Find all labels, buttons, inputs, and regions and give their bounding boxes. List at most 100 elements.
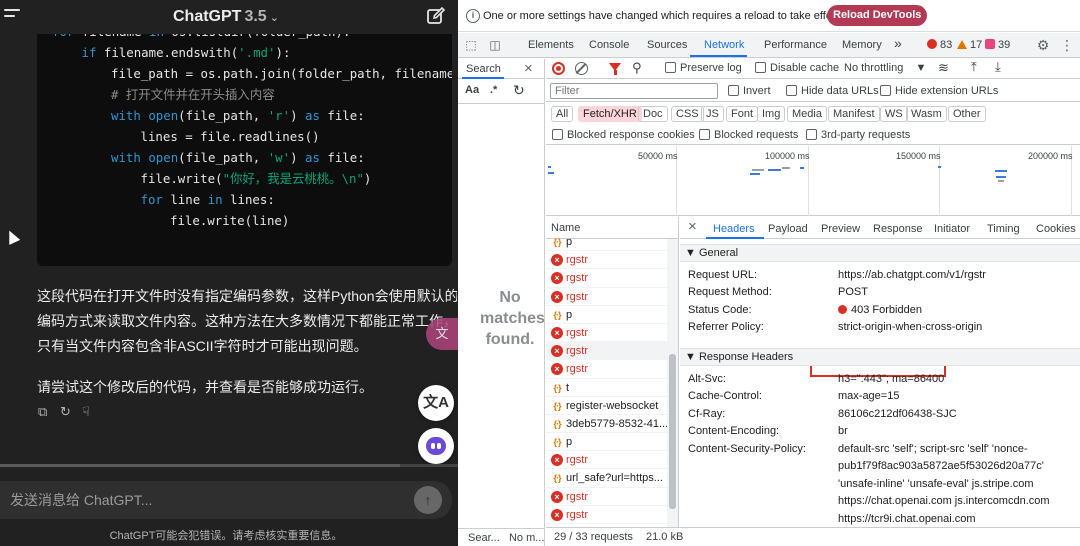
reload-devtools-button[interactable]: Reload DevTools (827, 5, 928, 26)
tab-initiator[interactable]: Initiator (934, 223, 970, 235)
filter-chip-ws[interactable]: WS (880, 106, 908, 122)
warnings-badge[interactable]: 17 (957, 39, 982, 51)
export-har-icon[interactable]: ⤓ (995, 59, 1001, 75)
tab-memory[interactable]: Memory (842, 39, 882, 51)
translate-side-icon[interactable]: 文 (426, 318, 458, 350)
request-row[interactable]: × rgstr (546, 342, 678, 361)
header-value: default-src 'self'; script-src 'self' 'n… (838, 443, 1028, 455)
clear-icon[interactable] (575, 62, 588, 75)
request-row[interactable]: {·} p (546, 306, 678, 324)
close-icon[interactable]: × (524, 60, 533, 77)
mouse-cursor-icon (3, 228, 21, 245)
xhr-icon: {·} (553, 382, 561, 393)
search-tab[interactable]: Search (466, 63, 501, 75)
tab-elements[interactable]: Elements (528, 39, 574, 51)
timeline-overview[interactable]: 50000 ms 100000 ms 150000 ms 200000 ms (546, 146, 1080, 216)
disable-cache-checkbox[interactable]: Disable cache (755, 62, 839, 74)
blocked-cookies-checkbox[interactable]: Blocked response cookies (552, 129, 695, 141)
filter-chip-css[interactable]: CSS (671, 106, 704, 122)
request-row[interactable]: {·} register-websocket (546, 397, 678, 415)
request-list-scrollbar[interactable] (667, 239, 678, 527)
filter-chip-manifest[interactable]: Manifest (828, 106, 880, 122)
filter-chip-js[interactable]: JS (701, 106, 724, 122)
throttling-select[interactable]: No throttling ▼ (844, 62, 926, 74)
message-actions: ⧉ ↻ ☟ (38, 405, 104, 421)
filter-chip-wasm[interactable]: Wasm (906, 106, 947, 122)
tab-headers[interactable]: Headers (713, 223, 755, 235)
answer-line-2: 编码方式来读取文件内容。这种方法在大多数情况下都能正常工作， (37, 313, 457, 329)
inspect-element-icon[interactable]: ⬚ (464, 38, 478, 52)
tab-sources[interactable]: Sources (647, 39, 687, 51)
preserve-log-checkbox[interactable]: Preserve log (665, 62, 742, 74)
thumbs-down-icon[interactable]: ☟ (82, 405, 95, 418)
device-toolbar-icon[interactable]: ◫ (488, 38, 502, 52)
request-row[interactable]: × rgstr (546, 251, 678, 270)
request-row[interactable]: × rgstr (546, 288, 678, 306)
invert-checkbox[interactable]: Invert (728, 85, 771, 97)
settings-gear-icon[interactable]: ⚙ (1036, 38, 1050, 52)
match-case-toggle[interactable]: Aa (465, 84, 479, 96)
model-selector[interactable]: ChatGPT 3.5 ⌄ (173, 8, 279, 26)
regex-toggle[interactable]: .* (490, 84, 497, 96)
network-conditions-icon[interactable]: ≋ (938, 60, 949, 76)
timeline-bar (768, 169, 781, 171)
filter-input[interactable] (550, 83, 718, 99)
timeline-tick: 200000 ms (1028, 151, 1073, 161)
record-icon[interactable] (552, 62, 565, 75)
close-detail-icon[interactable]: × (688, 218, 697, 235)
assistant-bot-icon[interactable] (418, 428, 454, 464)
third-party-checkbox[interactable]: 3rd-party requests (806, 129, 910, 141)
error-icon: × (551, 508, 563, 521)
request-row[interactable]: × rgstr (546, 451, 678, 470)
send-button[interactable]: ↑ (414, 486, 442, 514)
filter-chip-other[interactable]: Other (948, 106, 986, 122)
new-chat-icon[interactable] (426, 6, 446, 26)
request-row[interactable]: {·} 3deb5779-8532-41... (546, 415, 678, 434)
filter-chip-media[interactable]: Media (787, 106, 827, 122)
errors-badge[interactable]: 83 (927, 39, 952, 51)
request-row[interactable]: × rgstr (546, 506, 678, 524)
kebab-menu-icon[interactable]: ⋮ (1060, 38, 1074, 52)
request-row[interactable]: {·} p (546, 433, 678, 452)
issues-badge[interactable]: 39 (985, 39, 1010, 51)
translate-button[interactable]: 文A (418, 385, 454, 421)
tab-cookies[interactable]: Cookies (1036, 223, 1076, 235)
more-tabs-icon[interactable]: » (894, 35, 902, 51)
tab-response[interactable]: Response (873, 223, 923, 235)
filter-icon[interactable] (609, 63, 621, 75)
search-icon[interactable]: ⚲ (632, 60, 642, 76)
response-headers-section-header[interactable]: ▼ Response Headers (680, 348, 1080, 366)
tab-timing[interactable]: Timing (987, 223, 1020, 235)
horizontal-scrollbar[interactable] (0, 464, 458, 467)
timeline-bar (750, 173, 760, 175)
hide-extension-urls-checkbox[interactable]: Hide extension URLs (880, 85, 998, 97)
tab-network[interactable]: Network (704, 39, 744, 51)
tab-console[interactable]: Console (589, 39, 629, 51)
request-row[interactable]: × rgstr (546, 269, 678, 288)
blocked-requests-checkbox[interactable]: Blocked requests (699, 129, 798, 141)
request-row[interactable]: {·} url_safe?url=https... (546, 469, 678, 488)
hide-data-urls-checkbox[interactable]: Hide data URLs (786, 85, 879, 97)
tab-preview[interactable]: Preview (821, 223, 860, 235)
request-row[interactable]: × rgstr (546, 488, 678, 506)
copy-icon[interactable]: ⧉ (38, 405, 51, 418)
request-row[interactable]: × rgstr (546, 324, 678, 343)
no-matches-text: No matches found. (480, 289, 545, 348)
filter-chip-fetch-xhr[interactable]: Fetch/XHR (578, 106, 642, 122)
filter-chip-font[interactable]: Font (726, 106, 759, 122)
request-name: rgstr (566, 290, 588, 303)
refresh-icon[interactable]: ↻ (513, 82, 525, 99)
tab-payload[interactable]: Payload (768, 223, 808, 235)
message-input[interactable] (10, 489, 390, 511)
request-row[interactable]: × rgstr (546, 360, 678, 379)
request-row[interactable]: {·} p (546, 233, 678, 252)
import-har-icon[interactable]: ⤒ (971, 59, 977, 75)
filter-chip-img[interactable]: Img (757, 106, 786, 122)
regenerate-icon[interactable]: ↻ (60, 405, 73, 418)
general-section-header[interactable]: ▼ General (680, 244, 1080, 262)
request-row[interactable]: {·} t (546, 379, 678, 397)
filter-chip-doc[interactable]: Doc (638, 106, 668, 122)
filter-chip-all[interactable]: All (551, 106, 574, 122)
menu-icon[interactable] (4, 9, 20, 23)
tab-performance[interactable]: Performance (764, 39, 827, 51)
